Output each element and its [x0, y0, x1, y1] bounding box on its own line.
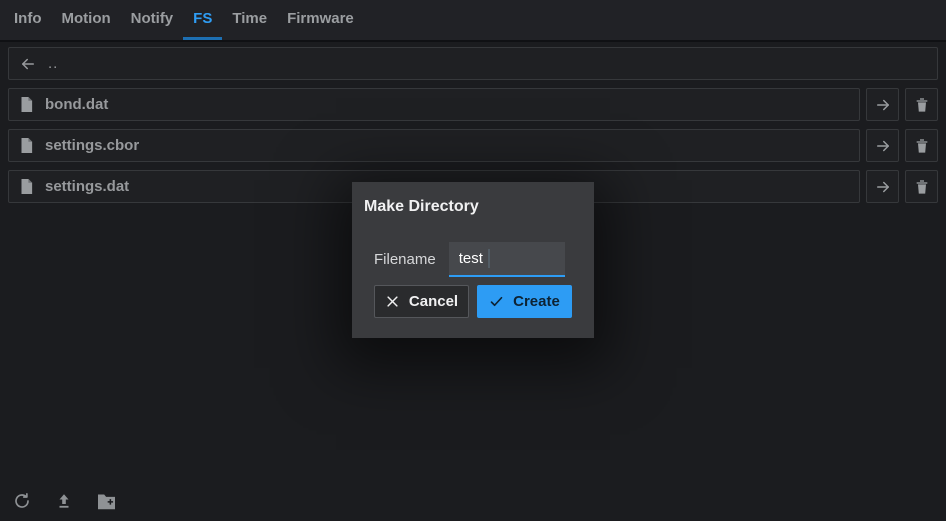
filename-input-wrap — [449, 242, 565, 277]
file-row-0: bond.dat — [8, 88, 938, 121]
arrow-right-icon — [874, 178, 892, 196]
parent-directory-row[interactable]: .. — [8, 47, 938, 80]
filename-label: Filename — [374, 251, 436, 268]
filename-form-row: Filename — [374, 242, 574, 277]
arrow-right-icon — [874, 137, 892, 155]
refresh-icon — [13, 492, 31, 510]
tab-label: Motion — [62, 10, 111, 27]
file-name: settings.dat — [45, 178, 129, 195]
file-browser: .. bond.dat — [0, 42, 946, 203]
file-name: bond.dat — [45, 96, 108, 113]
make-directory-dialog: Make Directory Filename Cancel Create — [352, 182, 594, 338]
filename-input[interactable] — [449, 242, 565, 275]
upload-button[interactable] — [55, 492, 73, 510]
cancel-button[interactable]: Cancel — [374, 285, 469, 318]
tab-firmware[interactable]: Firmware — [277, 0, 364, 40]
trash-icon — [914, 97, 930, 113]
file-row-1: settings.cbor — [8, 129, 938, 162]
file-delete-button[interactable] — [905, 88, 938, 121]
tab-bar: Info Motion Notify FS Time Firmware — [0, 0, 946, 42]
trash-icon — [914, 179, 930, 195]
tab-label: Firmware — [287, 10, 354, 27]
tab-label: FS — [193, 10, 212, 27]
file-delete-button[interactable] — [905, 170, 938, 203]
new-folder-button[interactable] — [97, 493, 116, 510]
cancel-label: Cancel — [409, 293, 458, 310]
tab-notify[interactable]: Notify — [121, 0, 184, 40]
arrow-right-icon — [874, 96, 892, 114]
create-button[interactable]: Create — [477, 285, 572, 318]
file-name-box[interactable]: settings.cbor — [8, 129, 860, 162]
parent-directory-label: .. — [48, 55, 58, 72]
file-icon — [19, 137, 34, 154]
arrow-left-icon — [19, 55, 37, 73]
tab-label: Info — [14, 10, 42, 27]
fs-toolbar — [13, 492, 116, 510]
file-open-button[interactable] — [866, 129, 899, 162]
trash-icon — [914, 138, 930, 154]
dialog-title: Make Directory — [352, 182, 594, 217]
dialog-actions: Cancel Create — [374, 285, 572, 318]
tab-motion[interactable]: Motion — [52, 0, 121, 40]
refresh-button[interactable] — [13, 492, 31, 510]
tab-time[interactable]: Time — [222, 0, 277, 40]
file-open-button[interactable] — [866, 88, 899, 121]
x-icon — [385, 294, 400, 309]
create-label: Create — [513, 293, 560, 310]
file-open-button[interactable] — [866, 170, 899, 203]
tab-label: Time — [232, 10, 267, 27]
upload-icon — [55, 492, 73, 510]
file-icon — [19, 96, 34, 113]
file-name-box[interactable]: bond.dat — [8, 88, 860, 121]
file-icon — [19, 178, 34, 195]
tab-fs[interactable]: FS — [183, 0, 222, 40]
tab-info[interactable]: Info — [4, 0, 52, 40]
check-icon — [489, 294, 504, 309]
tab-label: Notify — [131, 10, 174, 27]
new-folder-icon — [97, 493, 116, 510]
file-delete-button[interactable] — [905, 129, 938, 162]
file-name: settings.cbor — [45, 137, 139, 154]
